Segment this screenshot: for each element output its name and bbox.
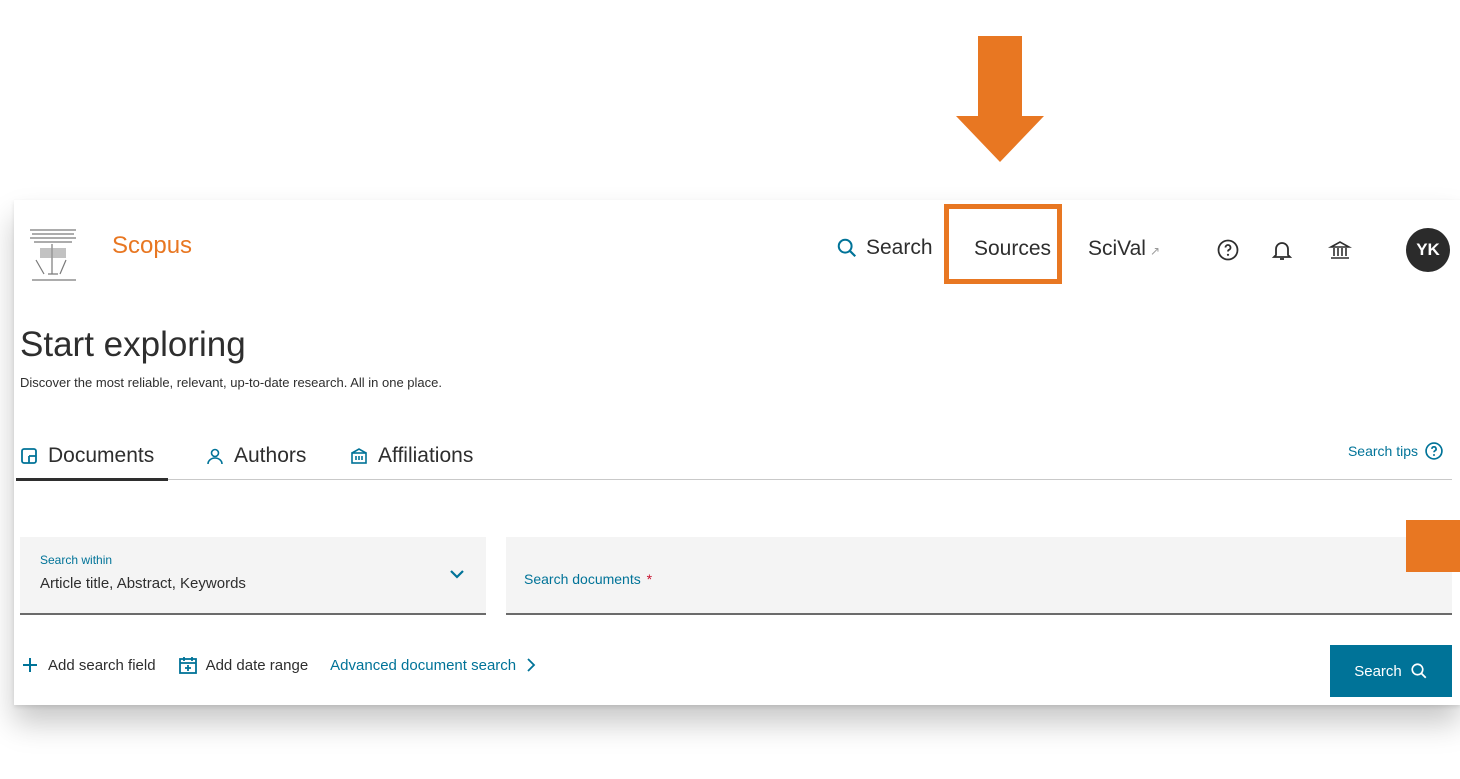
search-icon [837,238,857,258]
search-button[interactable]: Search [1330,645,1452,697]
person-icon [207,448,223,465]
search-documents-input[interactable]: Search documents * [506,537,1452,615]
nav-sources[interactable]: Sources [974,237,1051,261]
search-icon [1411,663,1427,679]
brand-name[interactable]: Scopus [112,232,192,260]
search-tips-label: Search tips [1347,443,1418,459]
nav-search-label: Search [866,236,933,259]
calendar-icon [178,657,197,674]
tab-affiliations[interactable]: Affiliations [350,437,473,475]
advanced-search-link[interactable]: Advanced document search [330,657,536,674]
search-within-label: Search within [40,553,113,567]
bell-icon[interactable] [1270,238,1294,262]
help-icon [1425,442,1443,460]
add-search-field-label: Add search field [48,656,156,674]
help-icon[interactable] [1216,238,1240,262]
tab-authors[interactable]: Authors [206,437,306,475]
nav-scival[interactable]: SciVal ↗ [1088,237,1160,261]
user-avatar[interactable]: YK [1406,228,1450,272]
search-actions: Add search field Add date range Advanced… [20,655,536,675]
nav-scival-label: SciVal [1088,237,1146,260]
search-within-value: Article title, Abstract, Keywords [40,575,246,592]
tab-label: Authors [234,444,307,467]
institution-icon[interactable] [1328,238,1352,262]
advanced-search-label: Advanced document search [330,656,517,674]
chevron-right-icon [527,658,536,672]
search-documents-placeholder: Search documents * [524,571,652,587]
orange-side-tab [1406,520,1460,572]
top-header: Scopus Search Sources SciVal ↗ YK [14,200,1460,295]
document-icon [21,448,37,464]
add-search-field-button[interactable]: Add search field [20,655,156,675]
plus-icon [23,658,37,672]
tab-label: Affiliations [378,444,474,467]
placeholder-text: Search documents [524,571,641,587]
required-mark: * [646,571,653,587]
search-button-label: Search [1354,662,1402,680]
add-date-range-label: Add date range [205,656,309,674]
page-title: Start exploring [20,325,246,364]
search-within-select[interactable]: Search within Article title, Abstract, K… [20,537,486,615]
external-link-icon: ↗ [1149,244,1161,258]
search-tabs: Documents Authors Affiliations Search ti… [15,437,1452,481]
search-tips-link[interactable]: Search tips [1348,441,1444,461]
page-subtitle: Discover the most reliable, relevant, up… [20,375,442,390]
arrow-head [956,116,1044,162]
arrow-shaft [978,36,1022,118]
building-icon [351,448,367,464]
nav-search[interactable]: Search [836,236,933,260]
annotation-arrow [956,36,1044,162]
scopus-page: Scopus Search Sources SciVal ↗ YK Start e… [14,200,1460,705]
elsevier-logo [26,222,82,286]
tab-documents[interactable]: Documents [15,437,169,481]
chevron-down-icon [450,570,464,579]
add-date-range-button[interactable]: Add date range [178,655,309,675]
tab-label: Documents [48,444,155,467]
